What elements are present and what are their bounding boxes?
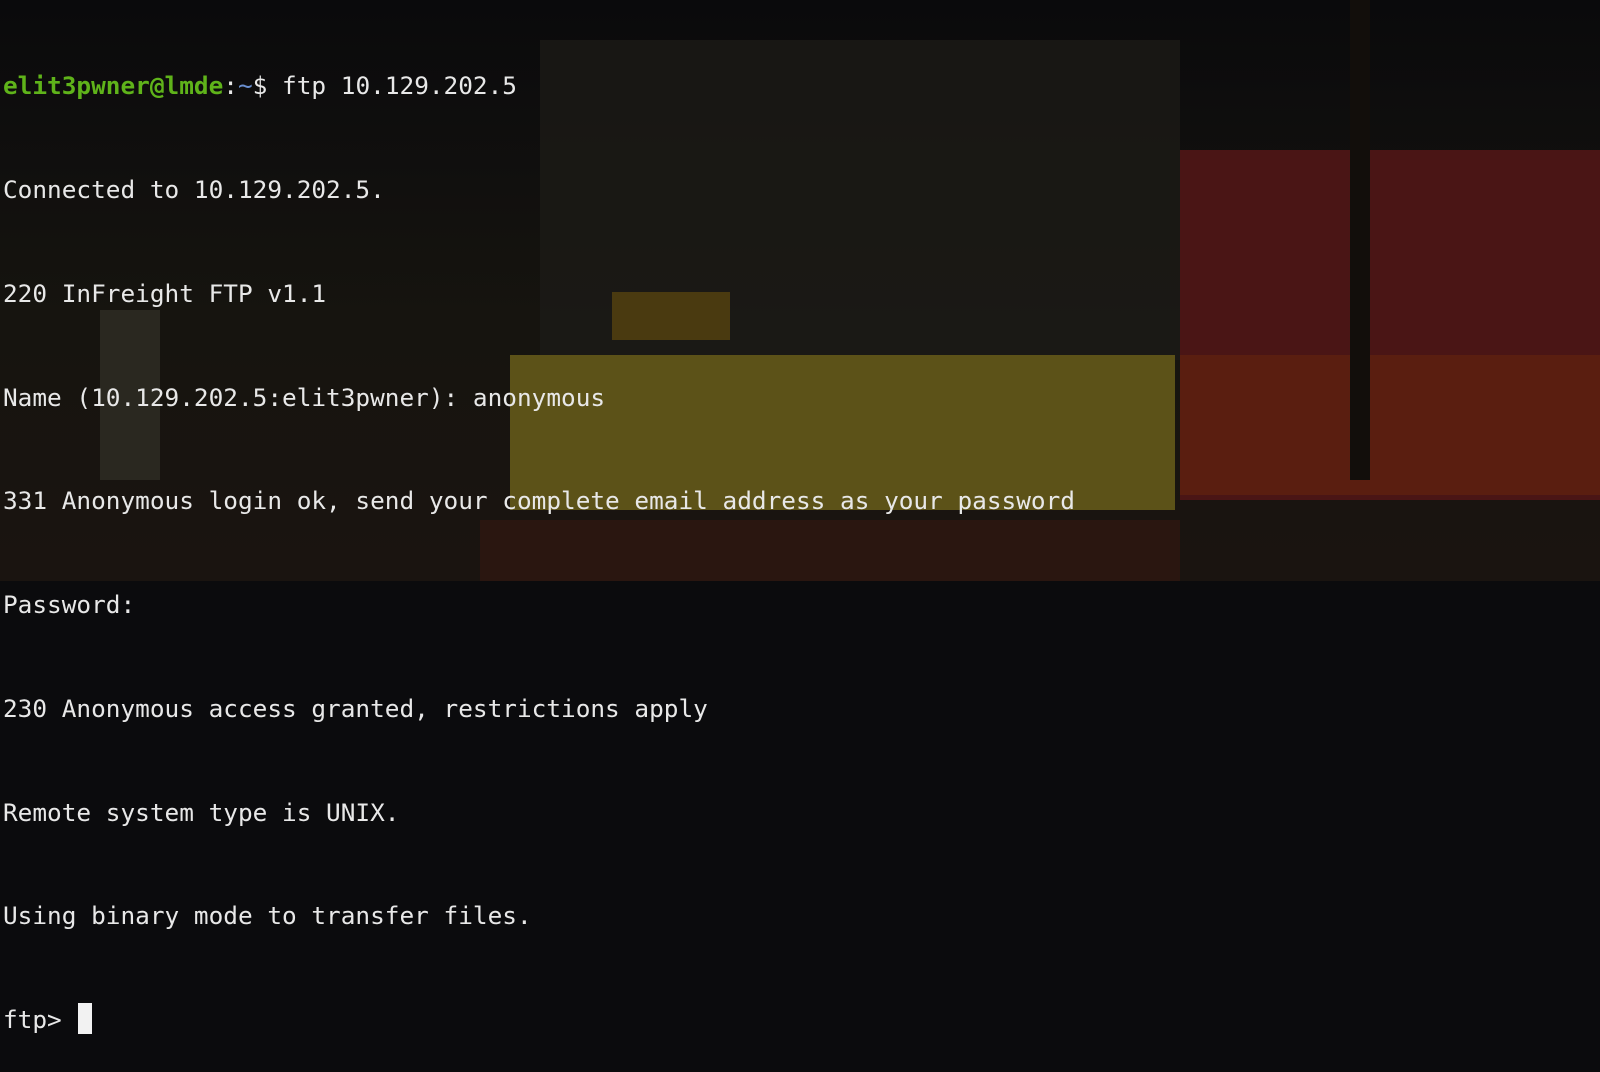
output-line: Remote system type is UNIX.: [3, 797, 400, 827]
output-line: 230 Anonymous access granted, restrictio…: [3, 693, 708, 723]
output-line: Password:: [3, 590, 136, 620]
output-line: 220 InFreight FTP v1.1: [3, 278, 327, 308]
output-line: 331 Anonymous login ok, send your comple…: [3, 486, 1075, 516]
output-line: Name (10.129.202.5:elit3pwner): anonymou…: [3, 382, 606, 412]
command-line: elit3pwner@lmde:~$ ftp 10.129.202.5: [3, 69, 1075, 104]
prompt-symbol: $: [252, 71, 283, 101]
terminal-output[interactable]: elit3pwner@lmde:~$ ftp 10.129.202.5 Conn…: [3, 0, 1075, 1072]
output-line: Connected to 10.129.202.5.: [3, 174, 385, 204]
prompt-user-host: elit3pwner@lmde: [3, 71, 224, 101]
ftp-prompt: ftp>: [3, 1005, 77, 1035]
ftp-prompt-line[interactable]: ftp>: [3, 1003, 1075, 1038]
command-text: ftp 10.129.202.5: [282, 71, 517, 101]
output-line: Using binary mode to transfer files.: [3, 901, 532, 931]
prompt-path: ~: [237, 71, 253, 101]
text-cursor: [78, 1003, 93, 1035]
prompt-separator: :: [223, 71, 238, 101]
